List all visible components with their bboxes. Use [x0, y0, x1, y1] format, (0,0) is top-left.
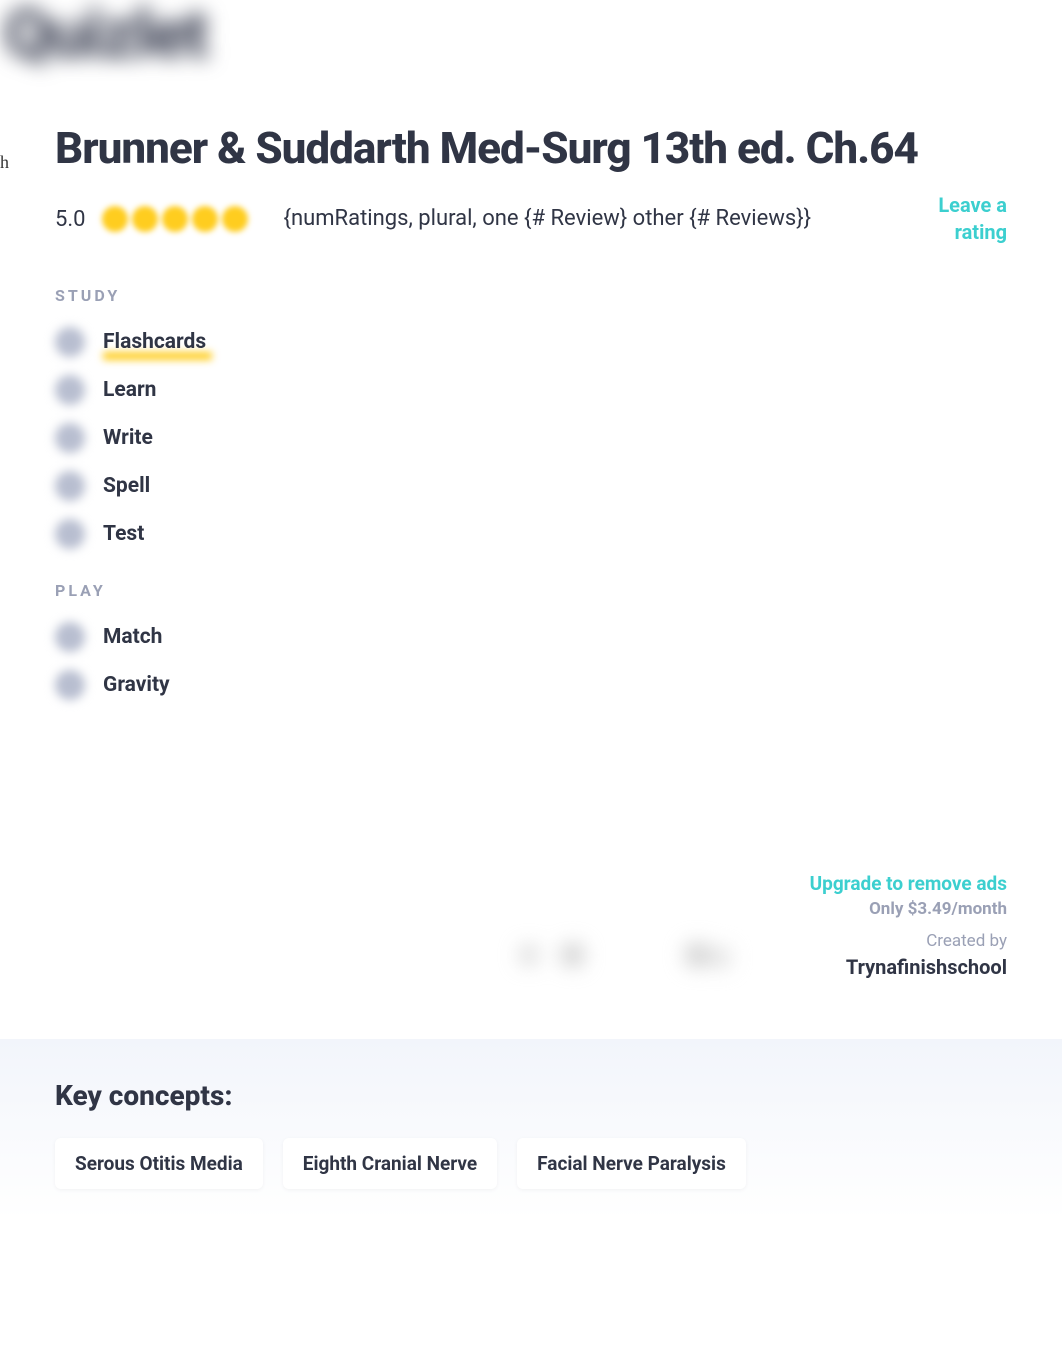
gravity-icon	[55, 670, 85, 700]
created-by-label: Created by	[846, 931, 1007, 951]
rating-value: 5.0	[55, 207, 86, 232]
star-icon	[162, 206, 188, 232]
key-concepts-section: Key concepts: Serous Otitis Media Eighth…	[0, 1039, 1062, 1219]
concept-chip[interactable]: Facial Nerve Paralysis	[517, 1138, 746, 1189]
mode-label: Spell	[103, 474, 150, 498]
learn-icon	[55, 375, 85, 405]
write-icon	[55, 423, 85, 453]
mode-write[interactable]: Write	[55, 419, 153, 457]
mode-learn[interactable]: Learn	[55, 371, 156, 409]
upgrade-link[interactable]: Upgrade to remove ads	[55, 872, 1007, 895]
flashcards-icon	[55, 327, 85, 357]
star-rating[interactable]	[102, 206, 256, 232]
concept-chip[interactable]: Serous Otitis Media	[55, 1138, 263, 1189]
upgrade-block: Upgrade to remove ads Only $3.49/month	[55, 872, 1007, 919]
creator-row: Created by Trynafinishschool	[55, 931, 1007, 979]
mode-label: Learn	[103, 378, 156, 402]
mode-label: Gravity	[103, 673, 170, 697]
mode-test[interactable]: Test	[55, 515, 144, 553]
mode-label: Write	[103, 426, 153, 450]
header: Quizlet	[0, 0, 1062, 80]
star-icon	[132, 206, 158, 232]
creator-name-link[interactable]: Trynafinishschool	[846, 955, 1007, 979]
page-title: Brunner & Suddarth Med-Surg 13th ed. Ch.…	[55, 122, 1007, 174]
mode-flashcards[interactable]: Flashcards	[55, 323, 206, 361]
rating-row: 5.0 {numRatings, plural, one {# Review} …	[55, 192, 1007, 246]
main-content: Brunner & Suddarth Med-Surg 13th ed. Ch.…	[0, 122, 1062, 1259]
star-icon	[192, 206, 218, 232]
play-section-label: PLAY	[55, 581, 1007, 600]
mode-label: Flashcards	[103, 330, 206, 354]
star-icon	[102, 206, 128, 232]
leave-rating-link[interactable]: Leave a rating	[887, 192, 1007, 246]
creator-text: Created by Trynafinishschool	[846, 931, 1007, 979]
concept-chip[interactable]: Eighth Cranial Nerve	[283, 1138, 497, 1189]
upgrade-price: Only $3.49/month	[55, 899, 1007, 919]
study-section-label: STUDY	[55, 286, 1007, 305]
study-modes-list: Flashcards Learn Write Spell Test	[55, 323, 1007, 553]
mode-label: Test	[103, 522, 144, 546]
mode-match[interactable]: Match	[55, 618, 162, 656]
mode-label: Match	[103, 625, 162, 649]
ad-placeholder	[55, 732, 1007, 872]
test-icon	[55, 519, 85, 549]
play-modes-list: Match Gravity	[55, 618, 1007, 704]
brand-logo[interactable]: Quizlet	[4, 0, 1062, 74]
star-icon	[222, 206, 248, 232]
spell-icon	[55, 471, 85, 501]
key-concepts-chips: Serous Otitis Media Eighth Cranial Nerve…	[55, 1138, 1007, 1189]
avatar-icon	[442, 928, 732, 982]
mode-spell[interactable]: Spell	[55, 467, 150, 505]
mode-gravity[interactable]: Gravity	[55, 666, 170, 704]
match-icon	[55, 622, 85, 652]
reviews-count-text: {numRatings, plural, one {# Review} othe…	[270, 202, 873, 236]
key-concepts-title: Key concepts:	[55, 1079, 1007, 1112]
